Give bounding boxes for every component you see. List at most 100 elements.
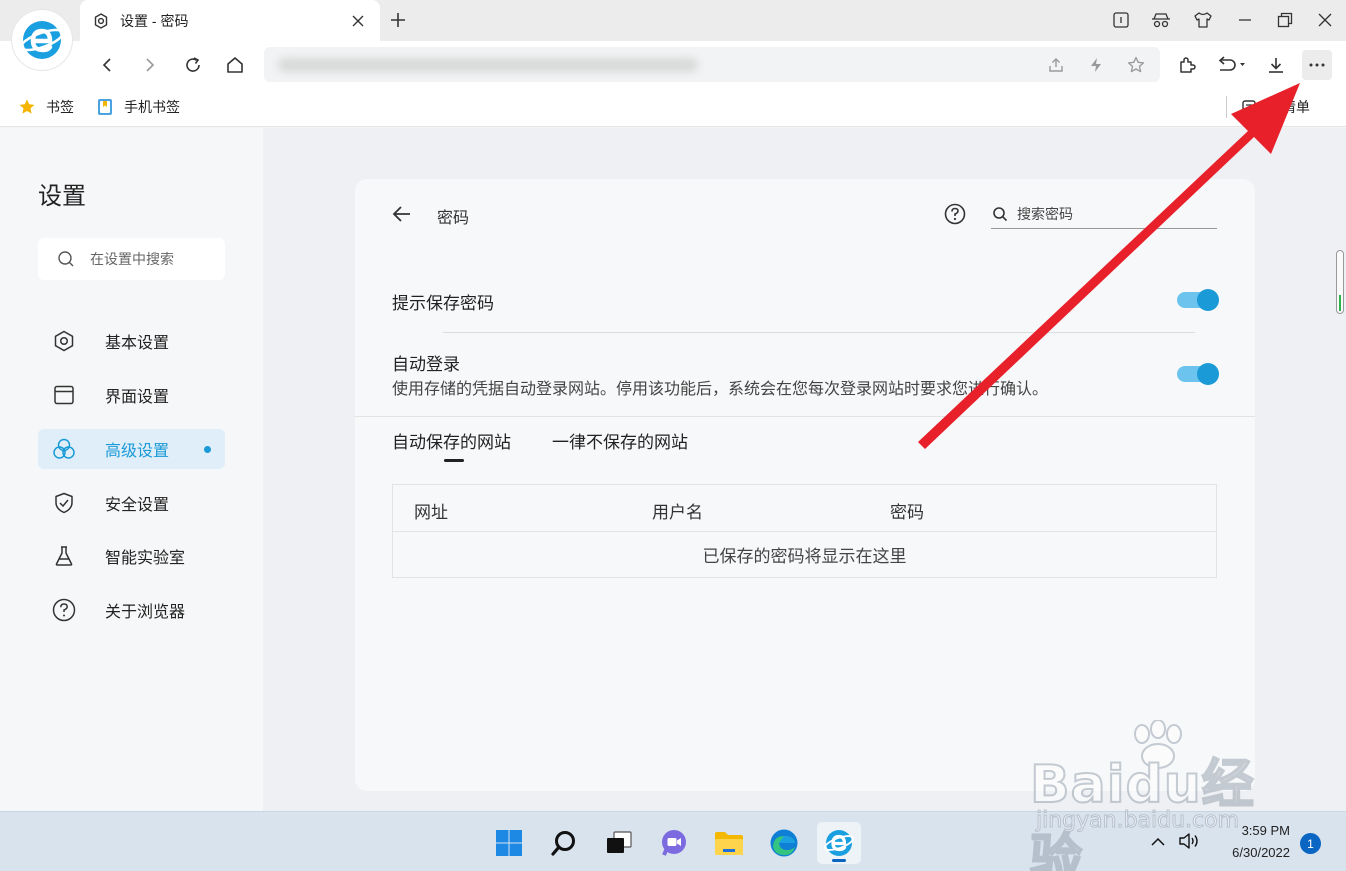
sidebar-item-label: 界面设置: [105, 389, 170, 406]
bookmark-label: 书签: [46, 99, 74, 115]
auto-signin-toggle[interactable]: [1177, 363, 1219, 385]
tab-auto-saved-sites[interactable]: 自动保存的网站: [392, 428, 511, 453]
reading-list-label: 读清单: [1268, 99, 1310, 115]
favorite-star-icon[interactable]: [1123, 52, 1149, 78]
bookmark-item[interactable]: 书签: [18, 96, 74, 118]
circles-icon: [52, 437, 76, 461]
active-tab-indicator: [444, 459, 464, 462]
close-tab-icon[interactable]: [348, 11, 368, 31]
active-dot: [204, 446, 211, 453]
help-icon[interactable]: [942, 201, 968, 227]
reload-icon[interactable]: [178, 50, 208, 80]
offer-save-label: 提示保存密码: [392, 294, 494, 313]
settings-sidebar: 设置 基本设置 界面设置 高级设置 安全设置 智能实验室: [0, 128, 263, 811]
sidebar-item-label: 高级设置: [105, 443, 170, 460]
address-bar[interactable]: [264, 47, 1160, 82]
flask-icon: [52, 544, 76, 568]
tab-title: 设置 - 密码: [120, 12, 189, 29]
toolbar: [0, 41, 1346, 88]
sidebar-item-lab[interactable]: 智能实验室: [38, 536, 225, 576]
sidebar-item-label: 关于浏览器: [105, 604, 186, 621]
clock-date: 6/30/2022: [1232, 845, 1290, 860]
sidebar-item-advanced[interactable]: 高级设置: [38, 429, 225, 469]
divider: [1226, 96, 1227, 118]
tab-settings-password[interactable]: 设置 - 密码: [80, 0, 380, 41]
sidebar-item-security[interactable]: 安全设置: [38, 483, 225, 523]
back-icon[interactable]: [92, 50, 122, 80]
password-search-box[interactable]: [991, 199, 1217, 229]
system-clock[interactable]: 3:59 PM 6/30/2022: [1210, 820, 1290, 864]
divider: [393, 531, 1216, 532]
mobile-bookmark-item[interactable]: 手机书签: [96, 96, 180, 118]
settings-search-input[interactable]: [90, 251, 220, 267]
star-icon: [18, 98, 36, 116]
passwords-card: 密码 提示保存密码 自动登录 使用存储的凭据自动登录网站。停用该功能后，系统会在…: [355, 179, 1255, 791]
minimize-icon[interactable]: [1230, 6, 1260, 34]
gear-icon: [92, 12, 110, 30]
saved-passwords-table: 网址 用户名 密码 已保存的密码将显示在这里: [392, 484, 1217, 578]
tab-never-saved-sites[interactable]: 一律不保存的网站: [552, 428, 688, 453]
offer-save-toggle[interactable]: [1177, 289, 1219, 311]
window-icon: [52, 383, 76, 407]
password-search-input[interactable]: [1017, 205, 1207, 222]
volume-icon[interactable]: [1178, 830, 1200, 852]
reading-list-icon: [1240, 98, 1258, 116]
sidebar-item-label: 安全设置: [105, 497, 170, 514]
clock-time: 3:59 PM: [1241, 823, 1290, 838]
search-icon: [56, 249, 76, 269]
extensions-icon[interactable]: [1172, 50, 1202, 80]
reading-list-item[interactable]: 读清单: [1240, 96, 1310, 118]
home-icon[interactable]: [220, 50, 250, 80]
mobile-bookmark-label: 手机书签: [124, 99, 180, 115]
browser-taskbar-icon[interactable]: [817, 822, 861, 864]
auto-signin-label: 自动登录: [392, 355, 460, 374]
teams-chat-icon[interactable]: [652, 822, 696, 864]
shield-check-icon: [52, 491, 76, 515]
close-window-icon[interactable]: [1310, 6, 1340, 34]
divider: [443, 332, 1195, 333]
divider: [355, 416, 1255, 417]
auto-signin-description: 使用存储的凭据自动登录网站。停用该功能后，系统会在您每次登录网站时要求您进行确认…: [392, 381, 1049, 398]
tab-counter-icon[interactable]: [1106, 6, 1136, 34]
new-tab-button[interactable]: [386, 8, 410, 32]
sidebar-item-label: 智能实验室: [105, 550, 186, 567]
page-title: 密码: [437, 210, 470, 227]
blurred-url: [278, 58, 698, 72]
windows-start-icon[interactable]: [487, 822, 531, 864]
back-arrow-icon[interactable]: [389, 201, 415, 227]
sidebar-item-appearance[interactable]: 界面设置: [38, 375, 225, 415]
incognito-icon[interactable]: [1146, 6, 1176, 34]
column-header-username[interactable]: 用户名: [652, 498, 703, 523]
sidebar-item-basic[interactable]: 基本设置: [38, 321, 225, 361]
undo-close-icon[interactable]: [1212, 50, 1252, 80]
running-indicator: [832, 859, 846, 862]
sidebar-item-label: 基本设置: [105, 335, 170, 352]
scrollbar-grip: [1339, 295, 1341, 311]
column-header-password[interactable]: 密码: [890, 498, 924, 523]
tab-strip: 设置 - 密码: [0, 0, 1346, 41]
edge-browser-icon[interactable]: [762, 822, 806, 864]
browser-logo-icon[interactable]: [12, 10, 72, 70]
forward-icon[interactable]: [135, 50, 165, 80]
settings-search-box[interactable]: [38, 238, 225, 280]
toggle-knob: [1197, 363, 1219, 385]
search-icon[interactable]: [542, 822, 586, 864]
skin-shirt-icon[interactable]: [1188, 6, 1218, 34]
download-icon[interactable]: [1261, 50, 1291, 80]
scrollbar[interactable]: [1336, 250, 1344, 314]
taskbar: 3:59 PM 6/30/2022 1: [0, 811, 1346, 871]
sidebar-item-about[interactable]: 关于浏览器: [38, 590, 225, 630]
toggle-knob: [1197, 289, 1219, 311]
task-view-icon[interactable]: [597, 822, 641, 864]
lightning-icon[interactable]: [1083, 52, 1109, 78]
sidebar-title: 设置: [38, 183, 86, 210]
search-icon: [991, 205, 1009, 223]
column-header-url[interactable]: 网址: [414, 498, 448, 523]
restore-icon[interactable]: [1270, 6, 1300, 34]
more-menu-icon[interactable]: [1302, 50, 1332, 80]
chevron-up-icon[interactable]: [1148, 832, 1168, 852]
phone-bookmark-icon: [96, 98, 114, 116]
notification-badge[interactable]: 1: [1300, 833, 1321, 854]
file-explorer-icon[interactable]: [707, 822, 751, 864]
share-icon[interactable]: [1043, 52, 1069, 78]
